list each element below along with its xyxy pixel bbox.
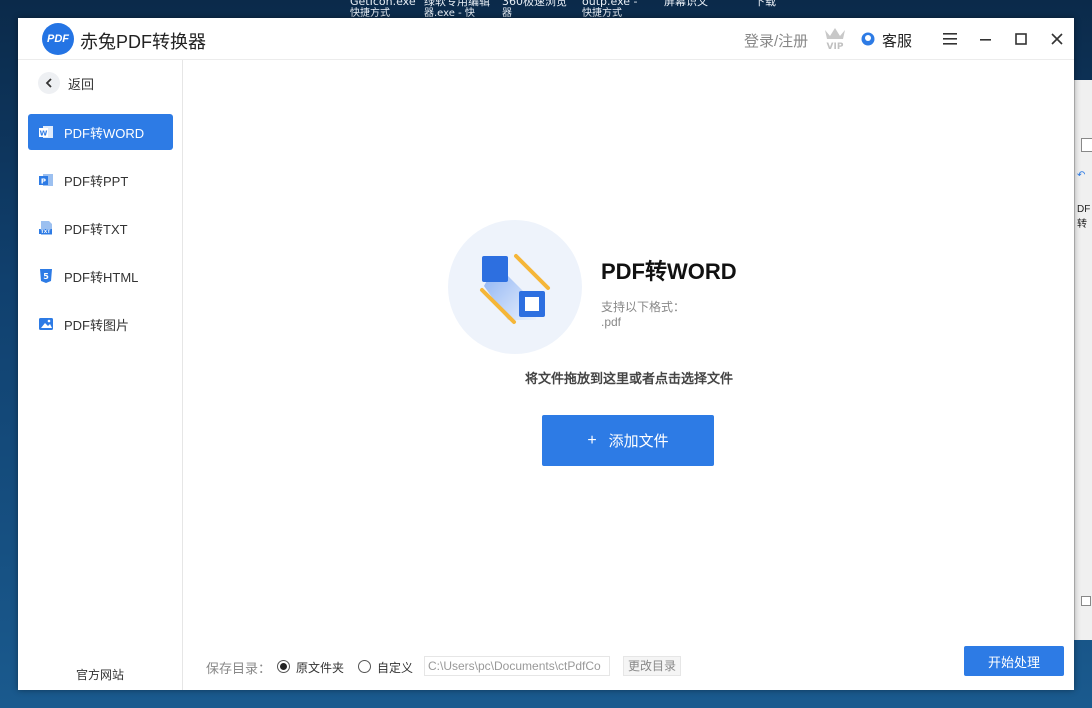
login-register-link[interactable]: 登录/注册 [744, 30, 808, 51]
background-checkbox [1081, 596, 1091, 606]
start-processing-button[interactable]: 开始处理 [964, 646, 1064, 676]
desktop-icon-label[interactable]: outp.exe -快捷方式 [582, 0, 637, 19]
background-window: ↶ DF转 [1074, 80, 1092, 640]
maximize-icon[interactable] [1009, 27, 1033, 51]
app-logo: PDF [42, 23, 74, 55]
svg-text:TXT: TXT [41, 229, 52, 235]
ppt-icon: P [38, 172, 54, 188]
radio-original-folder[interactable] [277, 660, 290, 673]
desktop-icon-label[interactable]: 屏幕识文 [664, 0, 708, 7]
word-icon: W [38, 124, 54, 140]
app-title: 赤兔PDF转换器 [80, 28, 206, 54]
desktop-icon-label[interactable]: 绿软专用编辑器.exe - 快 [424, 0, 490, 19]
sidebar-item-pdf-to-ppt[interactable]: P PDF转PPT [28, 162, 173, 198]
svg-text:P: P [41, 178, 46, 186]
official-website-link[interactable]: 官方网站 [76, 666, 124, 683]
output-path-field[interactable]: C:\Users\pc\Documents\ctPdfCo [424, 656, 610, 676]
back-button[interactable]: 返回 [38, 72, 94, 94]
close-icon[interactable] [1045, 27, 1069, 51]
sidebar-item-label: PDF转HTML [64, 267, 138, 286]
app-window: PDF 赤兔PDF转换器 登录/注册 VIP 客服 返回 [18, 18, 1074, 690]
supported-formats-label: 支持以下格式： [601, 298, 685, 315]
sidebar-item-label: PDF转WORD [64, 123, 144, 142]
add-file-label: 添加文件 [609, 430, 669, 451]
menu-icon[interactable] [938, 27, 962, 51]
image-icon [38, 316, 54, 332]
vip-crown-icon[interactable]: VIP [822, 25, 848, 51]
conversion-icon [448, 220, 582, 354]
converter-illustration [448, 220, 582, 354]
sidebar-item-label: PDF转TXT [64, 219, 128, 238]
sidebar-item-pdf-to-html[interactable]: 5 PDF转HTML [28, 258, 173, 294]
sidebar-item-pdf-to-word[interactable]: W PDF转WORD [28, 114, 173, 150]
back-label: 返回 [68, 74, 94, 93]
background-text: DF转 [1077, 204, 1092, 230]
change-directory-button[interactable]: 更改目录 [623, 656, 681, 676]
txt-icon: TXT [38, 220, 54, 236]
save-directory-label: 保存目录： [206, 658, 271, 677]
back-arrow-icon [38, 72, 60, 94]
sidebar-item-label: PDF转PPT [64, 171, 128, 190]
desktop-icon-label[interactable]: 下载 [754, 0, 776, 7]
radio-custom-folder[interactable] [358, 660, 371, 673]
background-dropdown [1081, 138, 1092, 152]
plus-icon: + [587, 432, 596, 450]
minimize-icon[interactable] [974, 27, 998, 51]
drop-zone-hint: 将文件拖放到这里或者点击选择文件 [184, 368, 1074, 387]
add-file-button[interactable]: + 添加文件 [542, 415, 714, 466]
sidebar-item-pdf-to-image[interactable]: PDF转图片 [28, 306, 173, 342]
sidebar-item-label: PDF转图片 [64, 315, 129, 334]
background-undo-icon: ↶ [1077, 170, 1085, 181]
main-content[interactable]: PDF转WORD 支持以下格式： .pdf 将文件拖放到这里或者点击选择文件 +… [184, 60, 1074, 690]
conversion-title: PDF转WORD [601, 254, 737, 286]
title-bar: PDF 赤兔PDF转换器 登录/注册 VIP 客服 [18, 18, 1074, 60]
radio-original-folder-label[interactable]: 原文件夹 [296, 659, 344, 676]
supported-format-value: .pdf [601, 315, 621, 329]
radio-custom-folder-label[interactable]: 自定义 [377, 659, 413, 676]
desktop-icon-label[interactable]: GetIcon.exe快捷方式 [350, 0, 416, 19]
support-icon[interactable] [860, 30, 876, 46]
svg-text:W: W [40, 130, 48, 138]
sidebar: 返回 W PDF转WORD P PDF转PPT TXT PDF [18, 60, 183, 690]
vip-text: VIP [827, 42, 844, 51]
support-link[interactable]: 客服 [882, 30, 912, 51]
sidebar-item-pdf-to-txt[interactable]: TXT PDF转TXT [28, 210, 173, 246]
desktop-icon-label[interactable]: 360极速浏览器 [502, 0, 567, 19]
desktop-icon-strip: GetIcon.exe快捷方式 绿软专用编辑器.exe - 快 360极速浏览器… [0, 0, 1092, 18]
html-icon: 5 [38, 268, 54, 284]
svg-text:5: 5 [43, 272, 49, 281]
